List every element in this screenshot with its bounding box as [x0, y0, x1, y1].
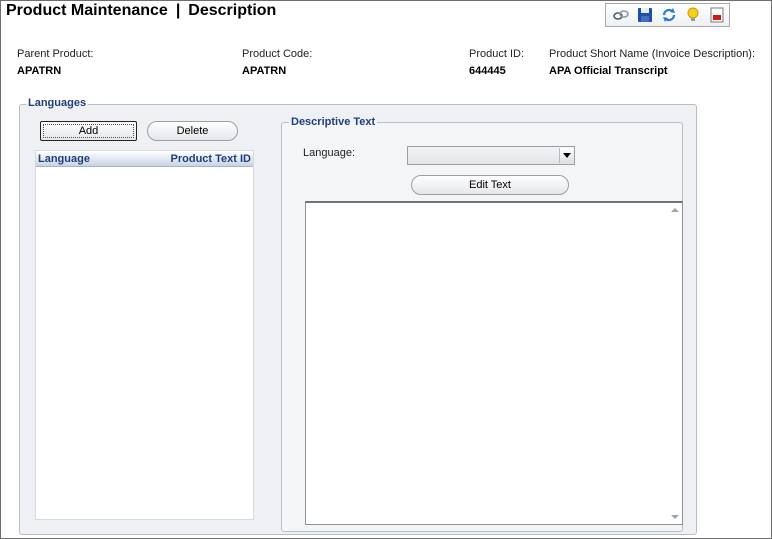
chevron-down-icon[interactable] — [559, 148, 573, 163]
short-name-label: Product Short Name (Invoice Description)… — [549, 48, 756, 60]
languages-legend: Languages — [26, 97, 89, 109]
product-code-label: Product Code: — [242, 48, 313, 60]
text-area-scrollbar[interactable] — [668, 203, 682, 524]
parent-product-label: Parent Product: — [17, 48, 94, 60]
save-icon[interactable] — [634, 5, 656, 25]
product-code-value: APATRN — [242, 65, 287, 77]
language-select[interactable] — [407, 146, 575, 165]
descriptive-text-group: Descriptive Text Language: Edit Text — [281, 116, 683, 532]
link-icon[interactable] — [610, 5, 632, 25]
edit-text-button[interactable]: Edit Text — [411, 175, 569, 195]
product-id-value: 644445 — [469, 65, 506, 77]
report-icon[interactable] — [706, 5, 728, 25]
descriptive-text-area[interactable] — [305, 201, 683, 525]
languages-grid-header: Language Product Text ID — [36, 151, 253, 167]
scroll-up-icon[interactable] — [671, 208, 679, 212]
languages-grid[interactable]: Language Product Text ID — [35, 150, 254, 520]
title-separator: | — [175, 2, 181, 19]
scroll-down-icon[interactable] — [671, 515, 679, 519]
page-title-main: Product Maintenance — [6, 2, 168, 19]
delete-language-button[interactable]: Delete — [147, 121, 238, 141]
toolbar — [605, 3, 730, 27]
product-maintenance-window: Product Maintenance | Description Parent P… — [0, 0, 772, 539]
refresh-icon[interactable] — [658, 5, 680, 25]
page-title-sub: Description — [188, 2, 277, 19]
lightbulb-icon[interactable] — [682, 5, 704, 25]
short-name-value: APA Official Transcript — [549, 65, 668, 77]
languages-group: Languages Add Delete Language Product Te… — [19, 97, 697, 535]
language-select-label: Language: — [303, 147, 355, 159]
column-header-language[interactable]: Language — [38, 153, 90, 165]
parent-product-value: APATRN — [17, 65, 62, 77]
column-header-product-text-id[interactable]: Product Text ID — [171, 153, 251, 165]
product-id-label: Product ID: — [469, 48, 525, 60]
add-language-button[interactable]: Add — [40, 121, 137, 141]
descriptive-text-legend: Descriptive Text — [289, 116, 378, 128]
page-title: Product Maintenance | Description — [6, 2, 276, 20]
